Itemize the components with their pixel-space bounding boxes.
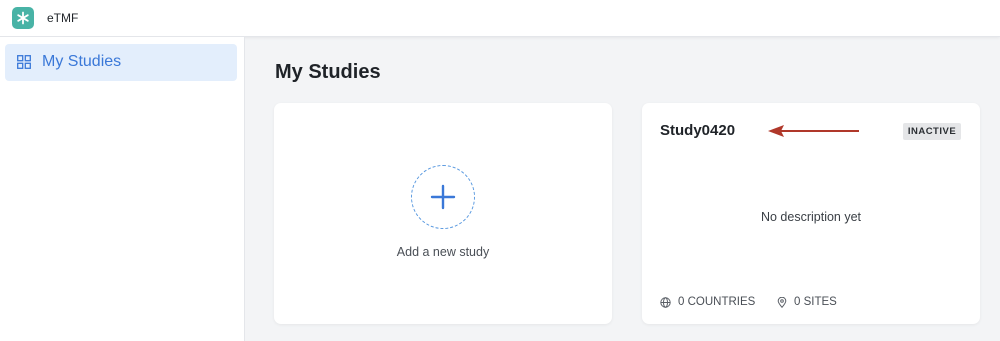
study-name[interactable]: Study0420 [660, 122, 735, 139]
plus-icon [430, 184, 455, 209]
annotation-arrow-icon [768, 125, 859, 137]
sidebar: My Studies [0, 37, 245, 341]
page-title: My Studies [275, 61, 381, 83]
globe-icon [660, 296, 671, 308]
sites-count: 0 SITES [777, 296, 837, 308]
sites-label: 0 SITES [794, 296, 837, 308]
add-study-button[interactable] [411, 165, 475, 229]
study-card[interactable]: Study0420 INACTIVE No description yet 0 … [642, 103, 980, 324]
app-title: eTMF [47, 11, 79, 25]
sidebar-item-label: My Studies [42, 53, 122, 70]
asterisk-logo-icon [17, 11, 29, 25]
status-badge: INACTIVE [903, 123, 961, 140]
study-description: No description yet [760, 210, 862, 224]
add-study-label: Add a new study [396, 245, 490, 259]
grid-icon [17, 55, 31, 69]
location-pin-icon [777, 296, 787, 308]
sidebar-item-my-studies[interactable]: My Studies [5, 44, 237, 81]
top-bar: eTMF [0, 0, 1000, 37]
countries-label: 0 COUNTRIES [678, 296, 756, 308]
countries-count: 0 COUNTRIES [660, 296, 755, 308]
app-logo[interactable] [12, 7, 34, 29]
add-study-card[interactable]: Add a new study [274, 103, 612, 324]
